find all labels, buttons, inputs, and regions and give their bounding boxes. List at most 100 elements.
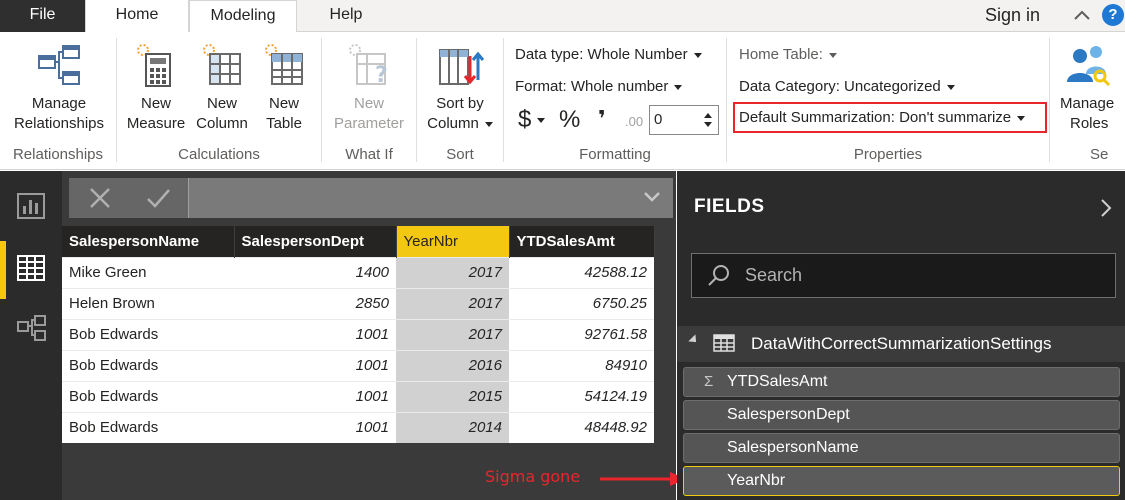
table-cell[interactable]: 54124.19 <box>509 380 654 412</box>
percent-button[interactable]: % <box>559 106 580 134</box>
ribbon: Manage Relationships Relationships New M… <box>0 32 1125 170</box>
chevron-down-icon <box>537 118 546 124</box>
manage-relationships-label-1: Manage <box>31 95 87 112</box>
tab-help[interactable]: Help <box>297 0 395 32</box>
chevron-right-icon[interactable] <box>1098 197 1114 219</box>
highlight-box <box>733 102 1047 133</box>
table-cell[interactable]: 2016 <box>396 349 509 381</box>
new-column-label-1: New <box>206 95 237 112</box>
table-cell[interactable]: 2017 <box>396 318 509 350</box>
new-table-label-1: New <box>268 95 299 112</box>
group-label-security: Se <box>1090 146 1109 163</box>
decrement-icon[interactable] <box>704 122 712 127</box>
report-view-button[interactable] <box>0 177 62 235</box>
search-icon <box>708 265 729 286</box>
decimal-places-stepper[interactable]: 0 <box>649 105 719 135</box>
currency-button[interactable]: $ <box>518 106 546 134</box>
new-parameter-button[interactable]: ? New Parameter <box>327 42 411 134</box>
close-icon[interactable] <box>72 178 128 218</box>
new-parameter-label-2: Parameter <box>333 115 405 132</box>
sign-in-link[interactable]: Sign in <box>985 0 1040 32</box>
new-measure-button[interactable]: New Measure <box>124 42 188 134</box>
new-parameter-label-1: New <box>353 95 384 112</box>
relationships-icon <box>38 45 80 85</box>
table-row: Bob Edwards 1001 2015 54124.19 <box>62 380 654 412</box>
group-label-whatif: What If <box>345 146 393 163</box>
roles-icon <box>1067 46 1110 87</box>
increment-icon[interactable] <box>704 113 712 118</box>
table-cell[interactable]: Bob Edwards <box>62 380 234 412</box>
group-divider <box>503 38 504 162</box>
table-cell[interactable]: 2017 <box>396 256 509 288</box>
checkmark-icon[interactable] <box>130 178 186 218</box>
parameter-icon: ? <box>349 44 388 88</box>
manage-relationships-button[interactable]: Manage Relationships <box>8 42 110 134</box>
field-label: YTDSalesAmt <box>727 373 828 390</box>
table-cell[interactable]: 2015 <box>396 380 509 412</box>
table-cell[interactable]: 2014 <box>396 411 509 443</box>
field-table-name: DataWithCorrectSummarizationSettings <box>751 334 1052 353</box>
sigma-icon: Σ <box>704 373 714 390</box>
data-type-label: Data type: Whole Number <box>515 46 688 63</box>
table-cell[interactable]: 42588.12 <box>509 256 654 288</box>
column-header-salespersonname[interactable]: SalespersonName <box>62 226 235 257</box>
table-icon <box>713 334 735 352</box>
table-cell[interactable]: 1001 <box>234 380 396 412</box>
comma-button[interactable]: ❜ <box>598 106 606 132</box>
table-cell[interactable]: 2850 <box>234 287 396 319</box>
new-column-button[interactable]: New Column <box>190 42 254 134</box>
sort-by-label-1: Sort by <box>436 95 484 112</box>
data-view-button[interactable] <box>0 235 62 299</box>
sort-icon <box>439 49 484 85</box>
chevron-down-icon <box>674 84 683 90</box>
table-cell[interactable]: Helen Brown <box>62 287 234 319</box>
table-cell[interactable]: 1001 <box>234 349 396 381</box>
tab-modeling[interactable]: Modeling <box>189 0 297 33</box>
table-cell[interactable]: Bob Edwards <box>62 318 234 350</box>
sort-by-column-button[interactable]: Sort by Column <box>420 42 500 134</box>
help-icon[interactable]: ? <box>1102 4 1124 26</box>
table-cell[interactable]: Mike Green <box>62 256 234 288</box>
collapse-ribbon-icon[interactable] <box>1072 6 1092 24</box>
chevron-down-icon <box>946 84 955 90</box>
table-cell[interactable]: 6750.25 <box>509 287 654 319</box>
new-column-label-2: Column <box>196 115 248 132</box>
menu-bar: File Home Modeling Help Sign in ? <box>0 0 1125 33</box>
home-table-dropdown[interactable]: Home Table: <box>739 46 837 63</box>
formula-input[interactable] <box>188 178 673 218</box>
format-dropdown[interactable]: Format: Whole number <box>515 78 683 95</box>
chevron-down-icon[interactable] <box>642 189 662 205</box>
table-cell[interactable]: Bob Edwards <box>62 411 234 443</box>
table-cell[interactable]: 1001 <box>234 411 396 443</box>
calculator-icon <box>137 44 171 87</box>
field-label: YearNbr <box>727 472 786 489</box>
column-header-ytdsalesamt[interactable]: YTDSalesAmt <box>509 226 655 257</box>
manage-roles-label-2: Roles <box>1070 115 1109 132</box>
manage-roles-button[interactable]: Manage Roles <box>1054 42 1122 134</box>
tab-file[interactable]: File <box>0 0 85 32</box>
field-item-yearnbr[interactable]: YearNbr <box>683 466 1120 496</box>
fields-title: FIELDS <box>694 196 765 217</box>
table-cell[interactable]: 92761.58 <box>509 318 654 350</box>
column-header-salespersondept[interactable]: SalespersonDept <box>234 226 397 257</box>
field-item-salespersondept[interactable]: SalespersonDept <box>683 400 1120 430</box>
column-header-yearnbr[interactable]: YearNbr <box>396 226 510 257</box>
field-item-salespersonname[interactable]: SalespersonName <box>683 433 1120 463</box>
model-view-button[interactable] <box>0 299 62 357</box>
new-table-button[interactable]: New Table <box>254 42 314 134</box>
data-type-dropdown[interactable]: Data type: Whole Number <box>515 46 702 63</box>
field-item-ytdsalesamt[interactable]: Σ YTDSalesAmt <box>683 367 1120 397</box>
table-cell[interactable]: 1001 <box>234 318 396 350</box>
model-diagram-icon <box>17 315 46 341</box>
table-cell[interactable]: Bob Edwards <box>62 349 234 381</box>
table-cell[interactable]: 2017 <box>396 287 509 319</box>
group-divider <box>416 38 417 162</box>
table-cell[interactable]: 1400 <box>234 256 396 288</box>
table-cell[interactable]: 84910 <box>509 349 654 381</box>
table-column-icon <box>203 44 241 85</box>
data-category-dropdown[interactable]: Data Category: Uncategorized <box>739 78 955 95</box>
manage-relationships-label-2: Relationships <box>13 115 105 132</box>
new-measure-label-2: Measure <box>126 115 186 132</box>
tab-home[interactable]: Home <box>85 0 189 33</box>
table-cell[interactable]: 48448.92 <box>509 411 654 443</box>
